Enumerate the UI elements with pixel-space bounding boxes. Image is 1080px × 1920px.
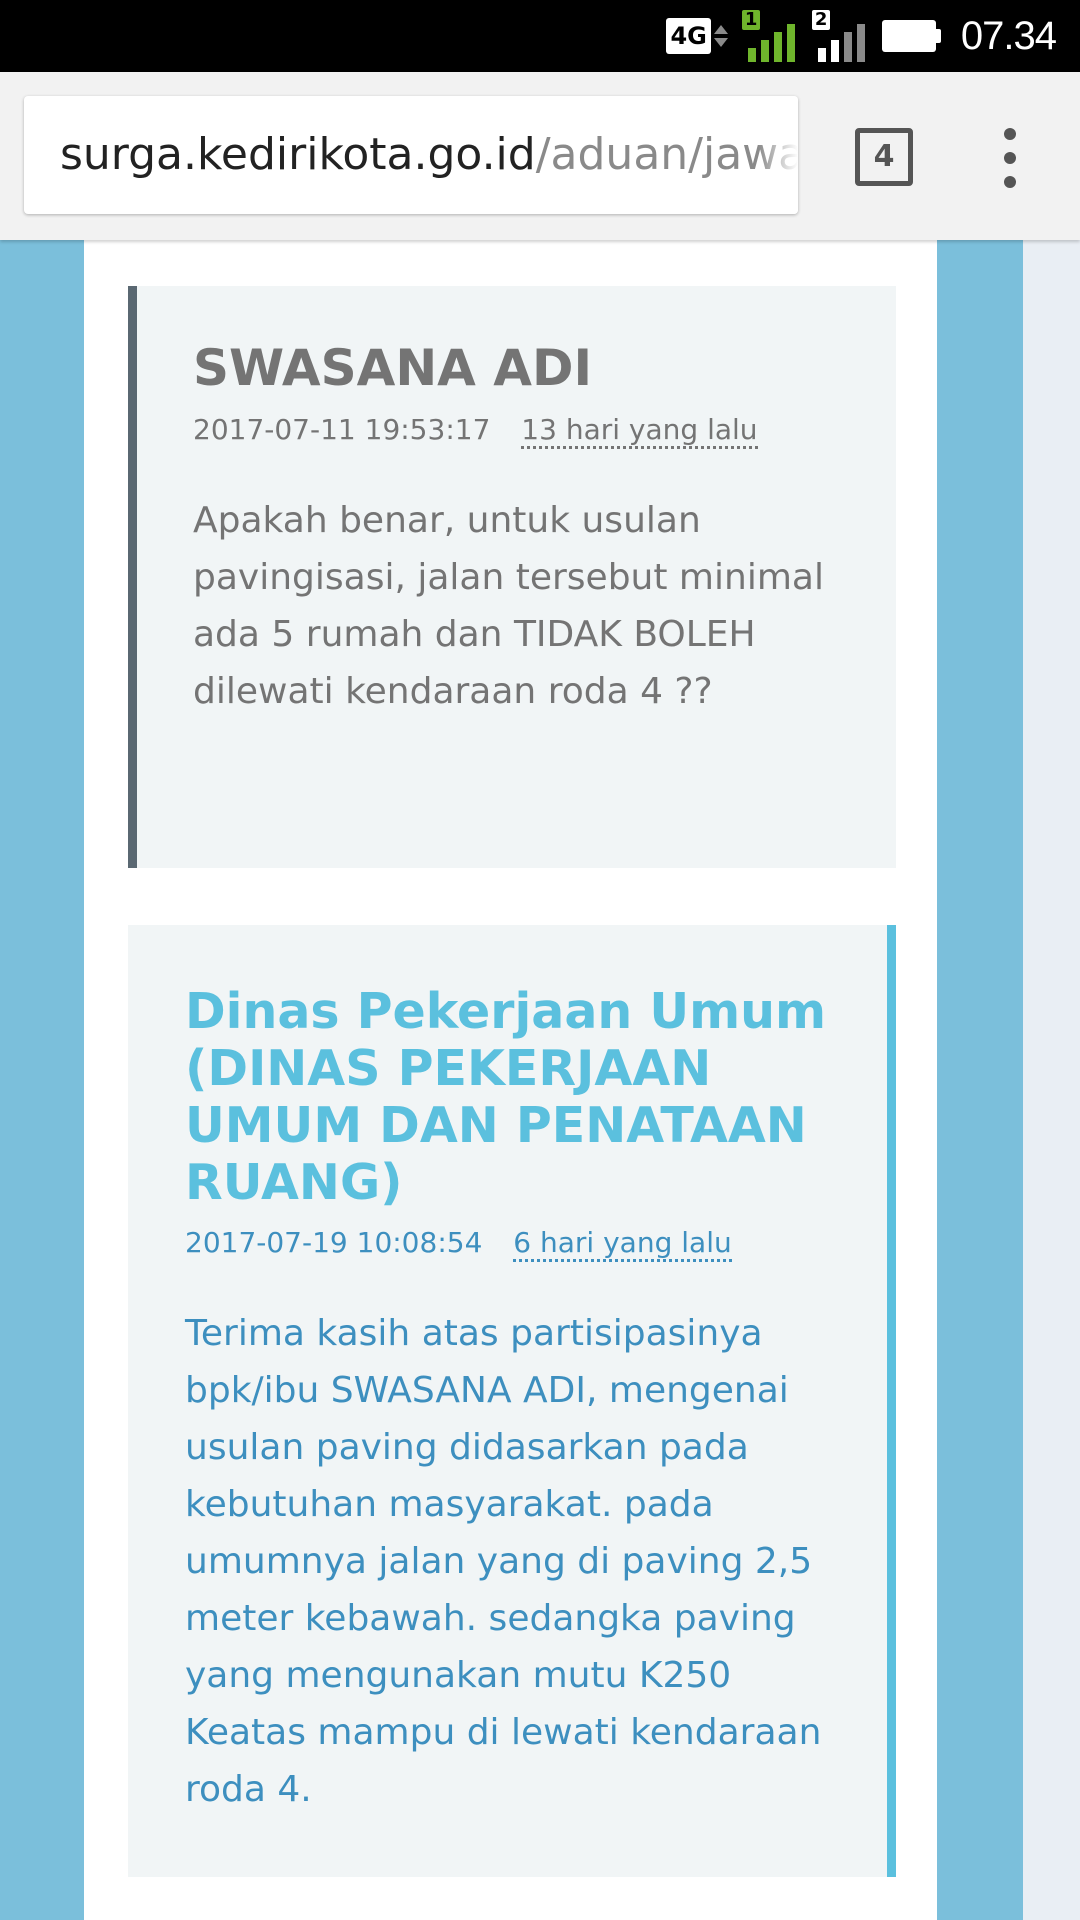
question-meta: 2017-07-11 19:53:17 13 hari yang lalu [193,412,848,449]
status-bar: 4G 1 2 07.34 [0,0,1080,72]
screen: 4G 1 2 07.34 surga.kedirikota.go.id/adua… [0,0,1080,1920]
answer-comment: Dinas Pekerjaan Umum (DINAS PEKERJAAN UM… [128,925,896,1877]
sim2-signal-icon: 2 [811,10,868,62]
answer-datetime: 2017-07-19 10:08:54 [185,1226,483,1259]
battery-icon [881,20,941,52]
data-activity-icon [713,25,728,47]
url-text[interactable]: surga.kedirikota.go.id/aduan/jawa [60,96,798,214]
url-fade [758,96,798,214]
question-datetime: 2017-07-11 19:53:17 [193,413,491,446]
answer-author: Dinas Pekerjaan Umum (DINAS PEKERJAAN UM… [185,983,827,1211]
question-author: SWASANA ADI [193,339,593,397]
browser-toolbar: surga.kedirikota.go.id/aduan/jawa 4 [0,72,1080,240]
question-body: Apakah benar, untuk usulan pavingisasi, … [193,500,824,712]
answer-meta: 2017-07-19 10:08:54 6 hari yang lalu [185,1225,843,1262]
answer-relative-time[interactable]: 6 hari yang lalu [513,1226,732,1262]
question-relative-time[interactable]: 13 hari yang lalu [521,413,758,449]
address-bar[interactable]: surga.kedirikota.go.id/aduan/jawa [24,96,798,214]
question-comment: SWASANA ADI 2017-07-11 19:53:17 13 hari … [128,286,896,868]
web-page: SWASANA ADI 2017-07-11 19:53:17 13 hari … [0,240,1080,1920]
network-type-label: 4G [666,18,711,54]
tab-switcher-button[interactable]: 4 [855,128,913,186]
network-type-icon: 4G [666,18,728,54]
sim1-signal-icon: 1 [741,10,798,62]
answer-body: Terima kasih atas partisipasinya bpk/ibu… [185,1313,822,1810]
three-dots-vertical-icon[interactable] [990,128,1030,188]
status-icons: 4G 1 2 07.34 [666,0,1057,72]
url-host: surga.kedirikota.go.id [60,129,536,180]
status-clock: 07.34 [960,13,1057,58]
